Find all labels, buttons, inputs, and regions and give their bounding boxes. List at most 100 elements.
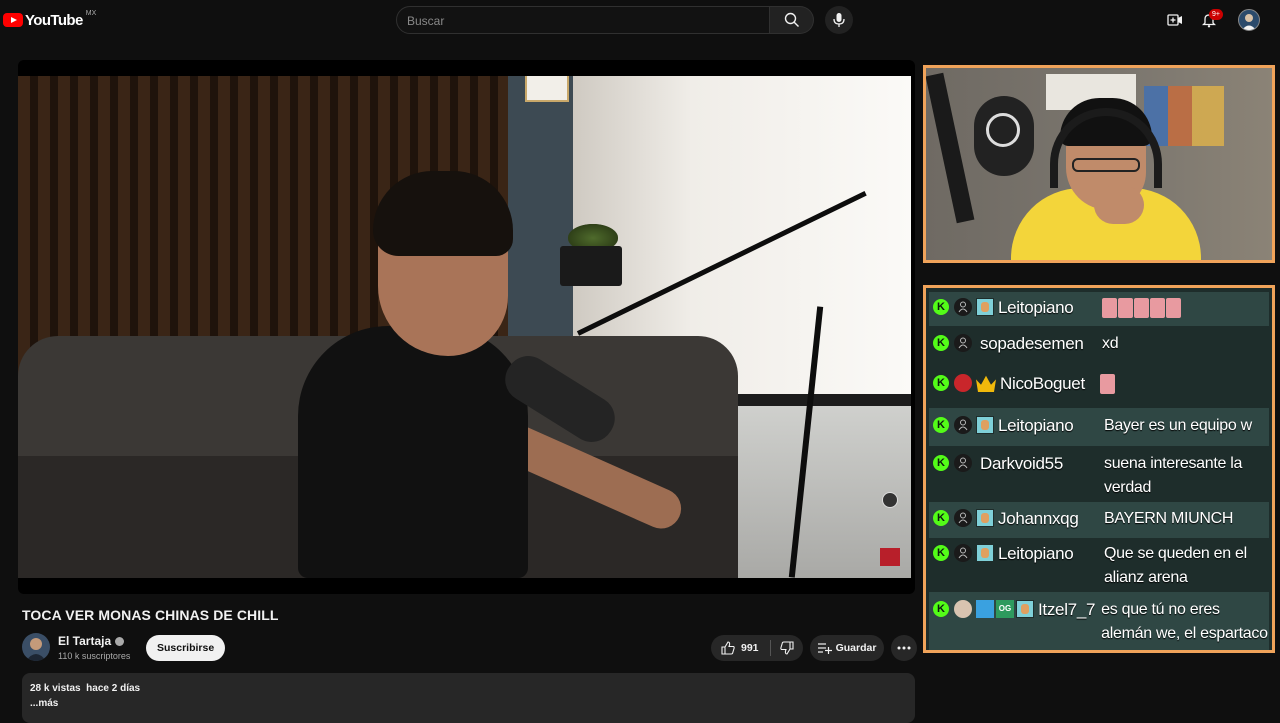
more-actions-button[interactable] <box>891 635 917 661</box>
kick-badge-icon: K <box>933 375 949 391</box>
subscriber-badge-icon <box>1016 600 1034 618</box>
chat-username[interactable]: sopadesemen <box>980 334 1096 354</box>
create-icon <box>1167 14 1182 26</box>
video-frame[interactable] <box>18 76 911 578</box>
chat-username[interactable]: NicoBoguet <box>1000 374 1096 394</box>
scene-window-sill <box>728 394 911 406</box>
scene-person-shirt <box>298 326 528 578</box>
chat-username[interactable]: Johannxqg <box>998 509 1098 529</box>
dislike-button[interactable] <box>771 641 803 655</box>
chat-message: K Leitopiano Que se queden en el alianz … <box>929 544 1269 596</box>
subscriber-badge-icon <box>976 544 994 562</box>
emote-icon <box>1100 373 1115 394</box>
chat-username[interactable]: Leitopiano <box>998 298 1098 318</box>
chat-emotes <box>1102 296 1182 320</box>
user-avatar-icon <box>954 600 972 618</box>
logo-country-code: MX <box>85 9 97 17</box>
user-icon <box>954 544 972 562</box>
subscribe-button[interactable]: Suscribirse <box>146 635 226 661</box>
chat-text: suena interesante la verdad <box>1104 455 1243 496</box>
voice-search-button[interactable] <box>825 6 853 34</box>
user-avatar-icon <box>954 374 972 392</box>
cam-glasses <box>1072 158 1140 172</box>
emote-icon <box>1134 297 1149 318</box>
cam-wall-posters <box>1144 86 1224 146</box>
kick-badge-icon: K <box>933 299 949 315</box>
user-icon <box>954 298 972 316</box>
kick-badge-icon: K <box>933 335 949 351</box>
chat-username[interactable]: Leitopiano <box>998 416 1098 436</box>
chat-emotes <box>1100 372 1116 396</box>
account-avatar[interactable] <box>1238 9 1260 31</box>
user-icon <box>954 454 972 472</box>
scene-picture-frame <box>525 76 569 102</box>
user-icon <box>954 509 972 527</box>
channel-name-row[interactable]: El Tartaja <box>58 634 125 648</box>
kick-badge-icon: K <box>933 455 949 471</box>
more-horizontal-icon <box>897 646 911 650</box>
chat-username[interactable]: Leitopiano <box>998 544 1098 564</box>
chat-text: es que tú no eres alemán we, el espartac… <box>1101 601 1268 650</box>
notification-badge: 9+ <box>1209 9 1223 20</box>
chat-message: K OG Itzel7_7 es que tú no eres alemán w… <box>929 592 1269 650</box>
chat-message: K Leitopiano Bayer es un equipo w <box>929 408 1269 446</box>
save-label: Guardar <box>835 642 877 654</box>
kick-badge-icon: K <box>933 510 949 526</box>
chat-text: Bayer es un equipo w <box>1104 417 1252 434</box>
emote-icon <box>1118 297 1133 318</box>
stream-chat: K Leitopiano K sopadesemen xd K NicoBogu… <box>923 285 1275 653</box>
chat-username[interactable]: Itzel7_7 <box>1038 600 1095 620</box>
description-meta: 28 k vistas hace 2 días <box>30 683 907 694</box>
save-button[interactable]: Guardar <box>810 635 884 661</box>
chat-message: K Darkvoid55 suena interesante la verdad <box>929 454 1269 506</box>
user-icon <box>954 416 972 434</box>
thumbs-down-icon <box>780 641 794 655</box>
search-box[interactable] <box>396 6 770 35</box>
chat-message: K NicoBoguet <box>929 372 1269 408</box>
search-input[interactable] <box>397 7 749 35</box>
thumbs-up-icon <box>721 641 735 655</box>
like-count: 991 <box>741 642 759 654</box>
subscriber-count: 110 k suscriptores <box>58 651 131 661</box>
user-icon <box>954 334 972 352</box>
cam-shirt-print <box>986 113 1020 147</box>
channel-name[interactable]: El Tartaja <box>58 634 111 648</box>
emote-icon <box>1102 297 1117 318</box>
kick-badge-icon: K <box>933 601 949 617</box>
description-expand-link[interactable]: ...más <box>30 698 907 709</box>
like-button[interactable]: 991 <box>711 635 770 661</box>
search-button[interactable] <box>770 6 814 34</box>
og-badge-icon: OG <box>996 600 1014 618</box>
paid-promotion-icon <box>882 492 898 508</box>
subscriber-badge-icon <box>976 298 994 316</box>
chat-username[interactable]: Darkvoid55 <box>980 454 1098 474</box>
verified-icon <box>115 636 125 646</box>
subscriber-badge-icon <box>976 509 994 527</box>
tool-badge-icon <box>976 600 994 618</box>
chat-text: xd <box>1102 335 1119 352</box>
cam-person-hand <box>1094 186 1144 224</box>
video-title: TOCA VER MONAS CHINAS DE CHILL <box>22 607 279 623</box>
create-button[interactable] <box>1163 8 1187 32</box>
chat-text: Que se queden en el alianz arena <box>1104 545 1247 586</box>
crown-badge-icon <box>976 375 996 392</box>
playlist-add-icon <box>817 643 832 654</box>
scene-plant-pot <box>560 246 622 286</box>
mic-icon <box>833 13 845 27</box>
channel-watermark-icon[interactable] <box>880 548 900 566</box>
upload-date: hace 2 días <box>86 683 141 694</box>
chat-message: K Leitopiano <box>929 292 1269 326</box>
emote-icon <box>1150 297 1165 318</box>
channel-avatar-image <box>26 638 46 661</box>
youtube-logo[interactable]: YouTube MX <box>3 10 96 30</box>
kick-badge-icon: K <box>933 417 949 433</box>
avatar-image <box>1242 14 1256 30</box>
kick-badge-icon: K <box>933 545 949 561</box>
youtube-logo-icon <box>3 13 23 27</box>
description-box[interactable]: 28 k vistas hace 2 días ...más <box>22 673 915 723</box>
like-dislike-group: 991 <box>711 635 803 661</box>
channel-avatar[interactable] <box>22 633 50 661</box>
view-count: 28 k vistas <box>30 683 81 694</box>
chat-message: K sopadesemen xd <box>929 334 1269 368</box>
subscriber-badge-icon <box>976 416 994 434</box>
